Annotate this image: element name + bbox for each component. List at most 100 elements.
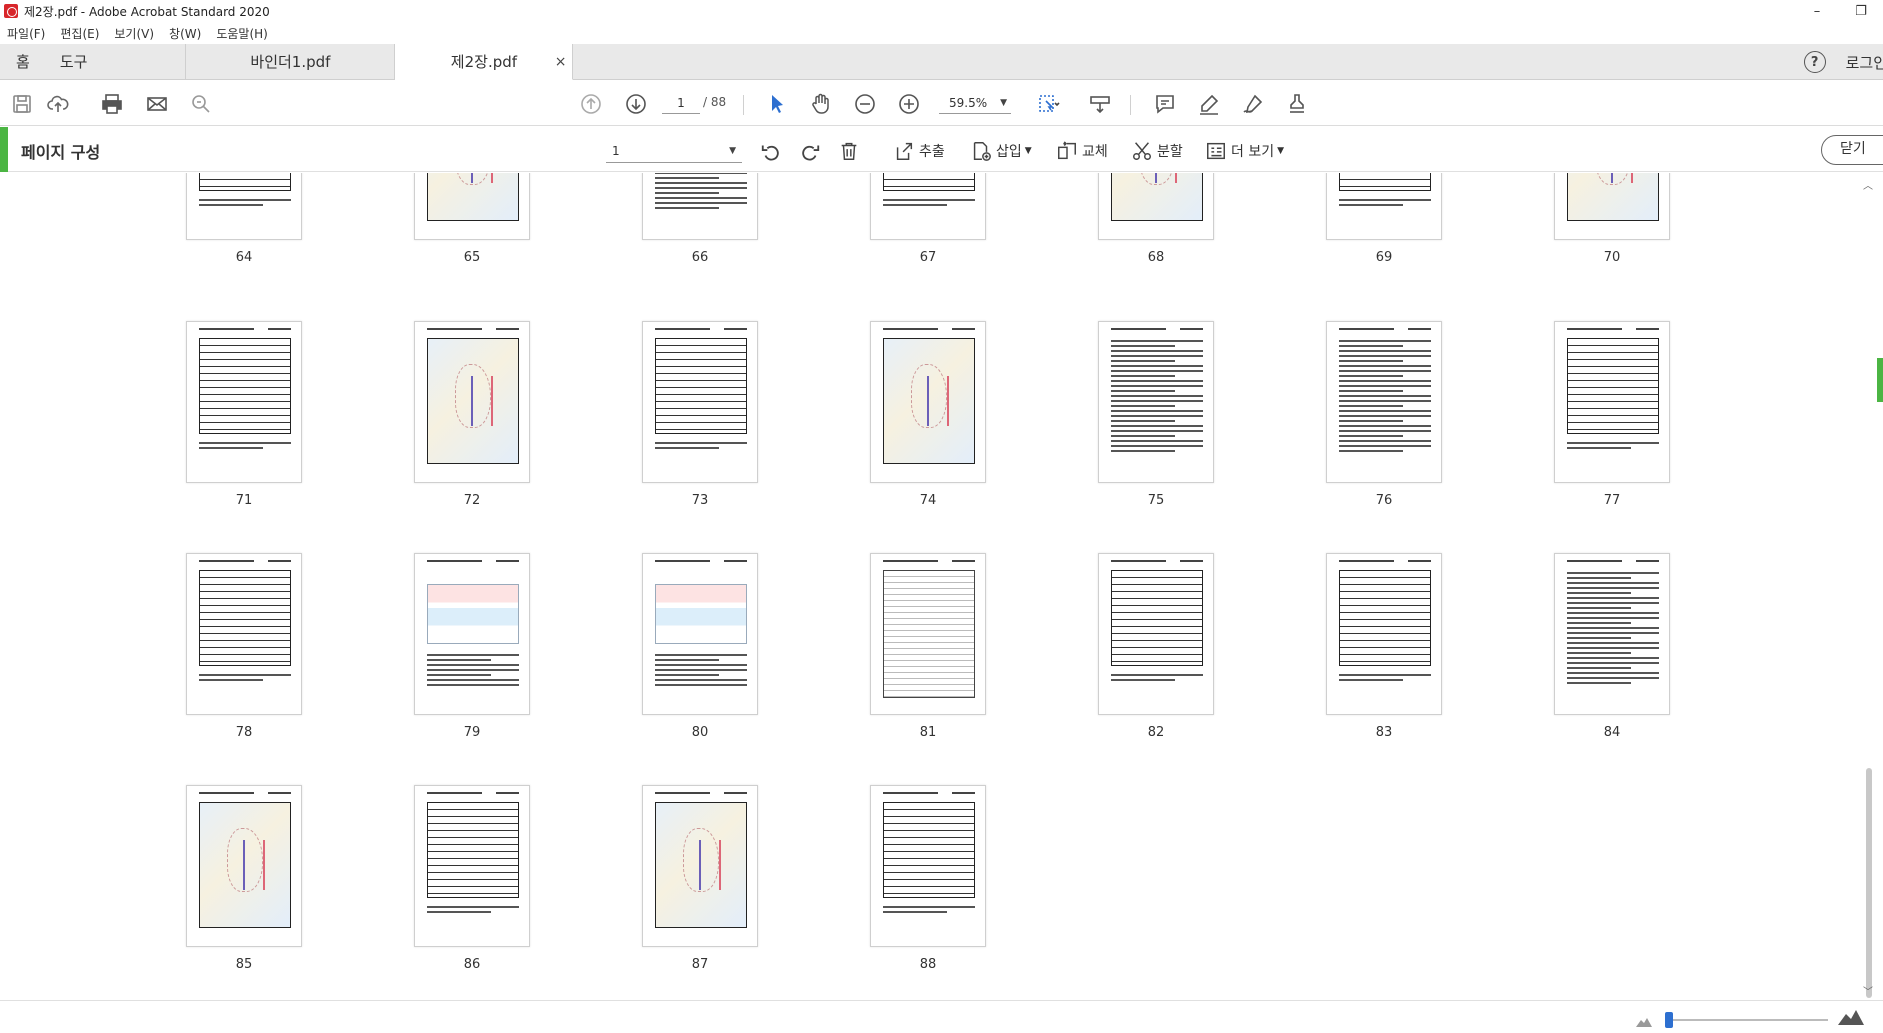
- page-preview[interactable]: [186, 321, 302, 483]
- zoom-level-select[interactable]: 59.5% ▼: [939, 92, 1011, 114]
- menu-edit[interactable]: 편집(E): [53, 25, 107, 42]
- page-thumbnail[interactable]: 68: [1098, 173, 1214, 265]
- search-zoom-icon[interactable]: [188, 91, 214, 117]
- large-thumbnail-icon[interactable]: [1838, 1009, 1864, 1025]
- page-thumbnail[interactable]: 80: [642, 553, 758, 740]
- scroll-up-icon[interactable]: ︿: [1863, 177, 1873, 192]
- page-range-select[interactable]: 1 ▼: [606, 139, 742, 163]
- save-icon[interactable]: [9, 91, 35, 117]
- page-thumbnail[interactable]: 65: [414, 173, 530, 265]
- page-preview[interactable]: [414, 321, 530, 483]
- page-preview[interactable]: [1098, 173, 1214, 240]
- rotate-left-icon[interactable]: [760, 139, 786, 163]
- page-thumbnail[interactable]: 83: [1326, 553, 1442, 740]
- menu-window[interactable]: 창(W): [162, 25, 209, 42]
- page-thumbnail[interactable]: 88: [870, 785, 986, 972]
- marquee-icon[interactable]: [1035, 91, 1061, 117]
- menu-help[interactable]: 도움말(H): [209, 25, 276, 42]
- hand-icon[interactable]: [808, 91, 834, 117]
- page-up-icon[interactable]: [578, 91, 604, 117]
- menu-view[interactable]: 보기(V): [107, 25, 162, 42]
- thumbnail-size-slider-handle[interactable]: [1665, 1012, 1673, 1028]
- page-preview[interactable]: [414, 785, 530, 947]
- page-thumbnail[interactable]: 81: [870, 553, 986, 740]
- page-down-icon[interactable]: [623, 91, 649, 117]
- page-thumbnail[interactable]: 72: [414, 321, 530, 508]
- select-arrow-icon[interactable]: [764, 91, 790, 117]
- page-preview[interactable]: [414, 173, 530, 240]
- zoom-out-icon[interactable]: [852, 91, 878, 117]
- small-thumbnail-icon[interactable]: [1636, 1017, 1652, 1027]
- tab-document-chapter2[interactable]: 제2장.pdf ×: [395, 44, 574, 80]
- more-button[interactable]: 더 보기 ▼: [1205, 139, 1284, 163]
- page-preview[interactable]: [642, 785, 758, 947]
- stamp-icon[interactable]: [1284, 91, 1310, 117]
- restore-button[interactable]: ❐: [1839, 0, 1883, 22]
- tab-home[interactable]: 홈: [0, 44, 44, 79]
- email-icon[interactable]: [144, 91, 170, 117]
- zoom-in-icon[interactable]: [896, 91, 922, 117]
- page-thumbnail[interactable]: 66: [642, 173, 758, 265]
- page-preview[interactable]: [1098, 553, 1214, 715]
- replace-button[interactable]: 교체: [1056, 139, 1108, 163]
- login-link[interactable]: 로그인: [1846, 52, 1883, 73]
- page-preview[interactable]: [870, 173, 986, 240]
- scrollbar-thumb[interactable]: [1866, 768, 1872, 998]
- page-preview[interactable]: [1554, 553, 1670, 715]
- page-thumbnail[interactable]: 64: [186, 173, 302, 265]
- page-preview[interactable]: [1554, 321, 1670, 483]
- page-preview[interactable]: [414, 553, 530, 715]
- sign-icon[interactable]: [1240, 91, 1266, 117]
- help-icon[interactable]: ?: [1803, 51, 1826, 73]
- rotate-right-icon[interactable]: [799, 139, 825, 163]
- page-preview[interactable]: [1326, 173, 1442, 240]
- page-thumbnail[interactable]: 67: [870, 173, 986, 265]
- page-thumbnail[interactable]: 77: [1554, 321, 1670, 508]
- close-tab-icon[interactable]: ×: [555, 54, 567, 70]
- page-preview[interactable]: [870, 321, 986, 483]
- page-thumbnail[interactable]: 85: [186, 785, 302, 972]
- thumbnail-size-slider-track[interactable]: [1668, 1019, 1828, 1021]
- page-preview[interactable]: [186, 553, 302, 715]
- page-thumbnail[interactable]: 70: [1554, 173, 1670, 265]
- scroll-mode-icon[interactable]: [1087, 91, 1113, 117]
- page-thumbnail[interactable]: 87: [642, 785, 758, 972]
- page-preview[interactable]: [870, 553, 986, 715]
- page-thumbnail[interactable]: 79: [414, 553, 530, 740]
- page-preview[interactable]: [186, 173, 302, 240]
- page-preview[interactable]: [1326, 553, 1442, 715]
- page-thumbnail[interactable]: 73: [642, 321, 758, 508]
- menu-file[interactable]: 파일(F): [0, 25, 53, 42]
- page-thumbnail[interactable]: 75: [1098, 321, 1214, 508]
- scroll-down-icon[interactable]: ﹀: [1863, 983, 1873, 998]
- page-thumbnail[interactable]: 74: [870, 321, 986, 508]
- side-panel-handle[interactable]: [1877, 358, 1883, 402]
- page-thumbnail[interactable]: 78: [186, 553, 302, 740]
- page-thumbnail[interactable]: 76: [1326, 321, 1442, 508]
- delete-trash-icon[interactable]: [838, 139, 864, 163]
- page-thumbnail[interactable]: 84: [1554, 553, 1670, 740]
- upload-cloud-icon[interactable]: [45, 91, 71, 117]
- extract-button[interactable]: 추출: [893, 139, 945, 163]
- split-button[interactable]: 분할: [1131, 139, 1183, 163]
- page-thumbnail[interactable]: 71: [186, 321, 302, 508]
- page-number-input[interactable]: 1: [662, 92, 700, 114]
- print-icon[interactable]: [99, 91, 125, 117]
- vertical-scrollbar[interactable]: ︿ ﹀: [1855, 173, 1883, 1000]
- page-preview[interactable]: [186, 785, 302, 947]
- page-thumbnail[interactable]: 82: [1098, 553, 1214, 740]
- page-preview[interactable]: [642, 321, 758, 483]
- minimize-button[interactable]: –: [1795, 0, 1839, 22]
- insert-button[interactable]: 삽입 ▼: [970, 139, 1032, 163]
- page-preview[interactable]: [1554, 173, 1670, 240]
- page-preview[interactable]: [642, 553, 758, 715]
- comment-icon[interactable]: [1152, 91, 1178, 117]
- tab-tools[interactable]: 도구: [44, 44, 102, 79]
- tab-document-binder1[interactable]: 바인더1.pdf: [185, 44, 396, 79]
- page-thumbnail[interactable]: 69: [1326, 173, 1442, 265]
- highlight-pen-icon[interactable]: [1196, 91, 1222, 117]
- page-thumbnail[interactable]: 86: [414, 785, 530, 972]
- page-preview[interactable]: [642, 173, 758, 240]
- page-preview[interactable]: [1098, 321, 1214, 483]
- page-preview[interactable]: [870, 785, 986, 947]
